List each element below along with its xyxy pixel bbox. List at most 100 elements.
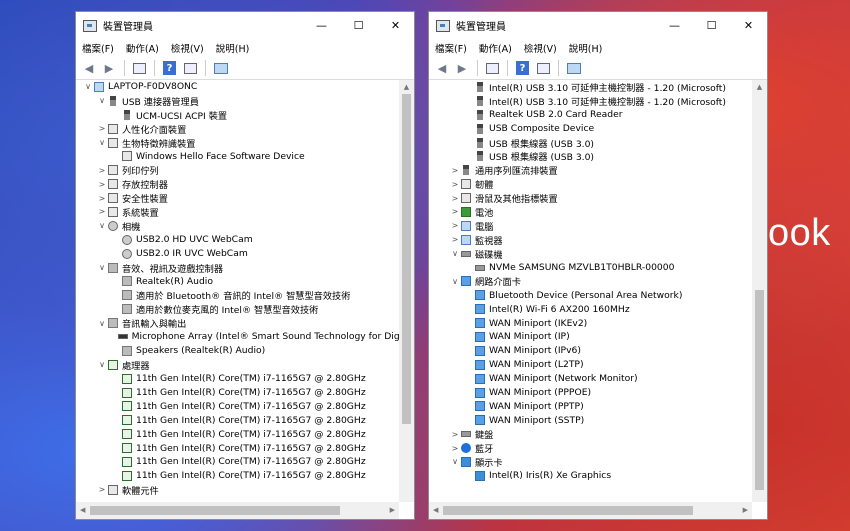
scroll-left-arrow-icon[interactable]: ◀ <box>433 502 438 519</box>
tree-item[interactable]: ∨ 音效、視訊及遊戲控制器 <box>76 261 414 275</box>
tree-item[interactable]: WAN Miniport (IP) <box>429 330 767 344</box>
close-button[interactable]: ✕ <box>377 12 414 39</box>
tree-item[interactable]: WAN Miniport (L2TP) <box>429 358 767 372</box>
chevron-down-icon[interactable]: ∨ <box>96 263 108 272</box>
chevron-down-icon[interactable]: ∨ <box>449 249 461 258</box>
tree-item[interactable]: Speakers (Realtek(R) Audio) <box>76 344 414 358</box>
maximize-button[interactable]: ☐ <box>340 12 377 39</box>
menu-action[interactable]: 動作(A) <box>126 41 159 55</box>
view-icon[interactable] <box>537 62 550 74</box>
help-icon[interactable]: ? <box>516 61 529 75</box>
scroll-thumb[interactable] <box>402 94 411 424</box>
tree-item[interactable]: USB 根集線器 (USB 3.0) <box>429 136 767 150</box>
chevron-right-icon[interactable]: > <box>449 207 461 216</box>
tree-item[interactable]: > 鍵盤 <box>429 427 767 442</box>
tree-item[interactable]: Intel(R) USB 3.10 可延伸主機控制器 - 1.20 (Micro… <box>429 80 767 94</box>
tree-item[interactable]: Microphone Array (Intel® Smart Sound Tec… <box>76 330 414 344</box>
scroll-thumb[interactable] <box>90 506 340 515</box>
tree-item[interactable]: > 監視器 <box>429 233 767 247</box>
chevron-down-icon[interactable]: ∨ <box>449 277 461 286</box>
menu-view[interactable]: 檢視(V) <box>524 41 557 55</box>
chevron-right-icon[interactable]: > <box>96 207 108 216</box>
chevron-down-icon[interactable]: ∨ <box>82 82 94 91</box>
chevron-right-icon[interactable]: > <box>96 485 108 494</box>
tree-item[interactable]: ∨ 生物特徵辨識裝置 <box>76 136 414 150</box>
tree-item[interactable]: 11th Gen Intel(R) Core(TM) i7-1165G7 @ 2… <box>76 399 414 413</box>
scroll-right-arrow-icon[interactable]: ▶ <box>743 502 748 519</box>
chevron-right-icon[interactable]: > <box>449 444 461 453</box>
chevron-right-icon[interactable]: > <box>96 180 108 189</box>
tree-item[interactable]: 11th Gen Intel(R) Core(TM) i7-1165G7 @ 2… <box>76 372 414 386</box>
chevron-down-icon[interactable]: ∨ <box>96 319 108 328</box>
horizontal-scrollbar[interactable]: ◀ ▶ <box>429 502 752 519</box>
tree-item[interactable]: WAN Miniport (IKEv2) <box>429 316 767 330</box>
menu-action[interactable]: 動作(A) <box>479 41 512 55</box>
tree-item[interactable]: ∨ 顯示卡 <box>429 455 767 469</box>
chevron-down-icon[interactable]: ∨ <box>96 360 108 369</box>
tree-item[interactable]: WAN Miniport (PPTP) <box>429 399 767 413</box>
tree-item[interactable]: Intel(R) Wi-Fi 6 AX200 160MHz <box>429 302 767 316</box>
menu-view[interactable]: 檢視(V) <box>171 41 204 55</box>
close-button[interactable]: ✕ <box>730 12 767 39</box>
chevron-right-icon[interactable]: > <box>449 166 461 175</box>
tree-item[interactable]: USB2.0 IR UVC WebCam <box>76 247 414 261</box>
menu-file[interactable]: 檔案(F) <box>82 41 114 55</box>
tree-item[interactable]: ∨ LAPTOP-F0DV8ONC <box>76 80 414 94</box>
tree-item[interactable]: 適用於數位麥克風的 Intel® 智慧型音效技術 <box>76 302 414 316</box>
scroll-right-arrow-icon[interactable]: ▶ <box>390 502 395 519</box>
menu-help[interactable]: 說明(H) <box>216 41 250 55</box>
tree-item[interactable]: > 存放控制器 <box>76 177 414 191</box>
menu-file[interactable]: 檔案(F) <box>435 41 467 55</box>
view-icon[interactable] <box>184 62 197 74</box>
tree-item[interactable]: NVMe SAMSUNG MZVLB1T0HBLR-00000 <box>429 261 767 275</box>
tree-item[interactable]: 11th Gen Intel(R) Core(TM) i7-1165G7 @ 2… <box>76 427 414 441</box>
help-icon[interactable]: ? <box>163 61 176 75</box>
minimize-button[interactable]: — <box>656 12 693 39</box>
chevron-down-icon[interactable]: ∨ <box>96 96 108 105</box>
tree-item[interactable]: ∨ 音訊輸入與輸出 <box>76 316 414 330</box>
tree-item[interactable]: 11th Gen Intel(R) Core(TM) i7-1165G7 @ 2… <box>76 413 414 427</box>
horizontal-scrollbar[interactable]: ◀ ▶ <box>76 502 399 519</box>
scan-hardware-icon[interactable] <box>214 62 228 74</box>
chevron-down-icon[interactable]: ∨ <box>96 138 108 147</box>
tree-item[interactable]: Realtek USB 2.0 Card Reader <box>429 108 767 122</box>
scan-hardware-icon[interactable] <box>567 62 581 74</box>
tree-item[interactable]: 11th Gen Intel(R) Core(TM) i7-1165G7 @ 2… <box>76 469 414 483</box>
scroll-thumb[interactable] <box>755 290 764 490</box>
tree-item[interactable]: Intel(R) USB 3.10 可延伸主機控制器 - 1.20 (Micro… <box>429 94 767 108</box>
tree-item[interactable]: > 人性化介面裝置 <box>76 122 414 136</box>
properties-icon[interactable] <box>133 62 146 74</box>
title-bar[interactable]: 裝置管理員 — ☐ ✕ <box>429 12 767 39</box>
scroll-up-arrow-icon[interactable]: ▲ <box>752 80 767 94</box>
tree-item[interactable]: ∨ USB 連接器管理員 <box>76 94 414 108</box>
chevron-right-icon[interactable]: > <box>449 235 461 244</box>
tree-item[interactable]: WAN Miniport (PPPOE) <box>429 386 767 400</box>
back-arrow-icon[interactable]: ◀ <box>80 59 98 77</box>
tree-item[interactable]: > 韌體 <box>429 177 767 191</box>
tree-item[interactable]: > 系統裝置 <box>76 205 414 219</box>
tree-item[interactable]: ∨ 相機 <box>76 219 414 233</box>
tree-item[interactable]: 11th Gen Intel(R) Core(TM) i7-1165G7 @ 2… <box>76 455 414 469</box>
tree-item[interactable]: WAN Miniport (IPv6) <box>429 344 767 358</box>
tree-item[interactable]: > 滑鼠及其他指標裝置 <box>429 191 767 205</box>
tree-item[interactable]: Windows Hello Face Software Device <box>76 149 414 163</box>
tree-item[interactable]: WAN Miniport (Network Monitor) <box>429 372 767 386</box>
tree-item[interactable]: > 藍牙 <box>429 441 767 455</box>
back-arrow-icon[interactable]: ◀ <box>433 59 451 77</box>
scroll-up-arrow-icon[interactable]: ▲ <box>399 80 414 94</box>
chevron-down-icon[interactable]: ∨ <box>96 221 108 230</box>
maximize-button[interactable]: ☐ <box>693 12 730 39</box>
tree-item[interactable]: > 軟體元件 <box>76 483 414 497</box>
tree-item[interactable]: Realtek(R) Audio <box>76 274 414 288</box>
tree-item[interactable]: USB Composite Device <box>429 122 767 136</box>
tree-item[interactable]: > 通用序列匯流排裝置 <box>429 163 767 177</box>
tree-item[interactable]: ∨ 磁碟機 <box>429 247 767 261</box>
forward-arrow-icon[interactable]: ▶ <box>100 59 118 77</box>
tree-item[interactable]: 適用於 Bluetooth® 音訊的 Intel® 智慧型音效技術 <box>76 288 414 302</box>
tree-item[interactable]: USB2.0 HD UVC WebCam <box>76 233 414 247</box>
chevron-right-icon[interactable]: > <box>449 430 461 439</box>
chevron-right-icon[interactable]: > <box>449 180 461 189</box>
chevron-right-icon[interactable]: > <box>96 124 108 133</box>
tree-item[interactable]: 11th Gen Intel(R) Core(TM) i7-1165G7 @ 2… <box>76 386 414 400</box>
chevron-right-icon[interactable]: > <box>449 221 461 230</box>
